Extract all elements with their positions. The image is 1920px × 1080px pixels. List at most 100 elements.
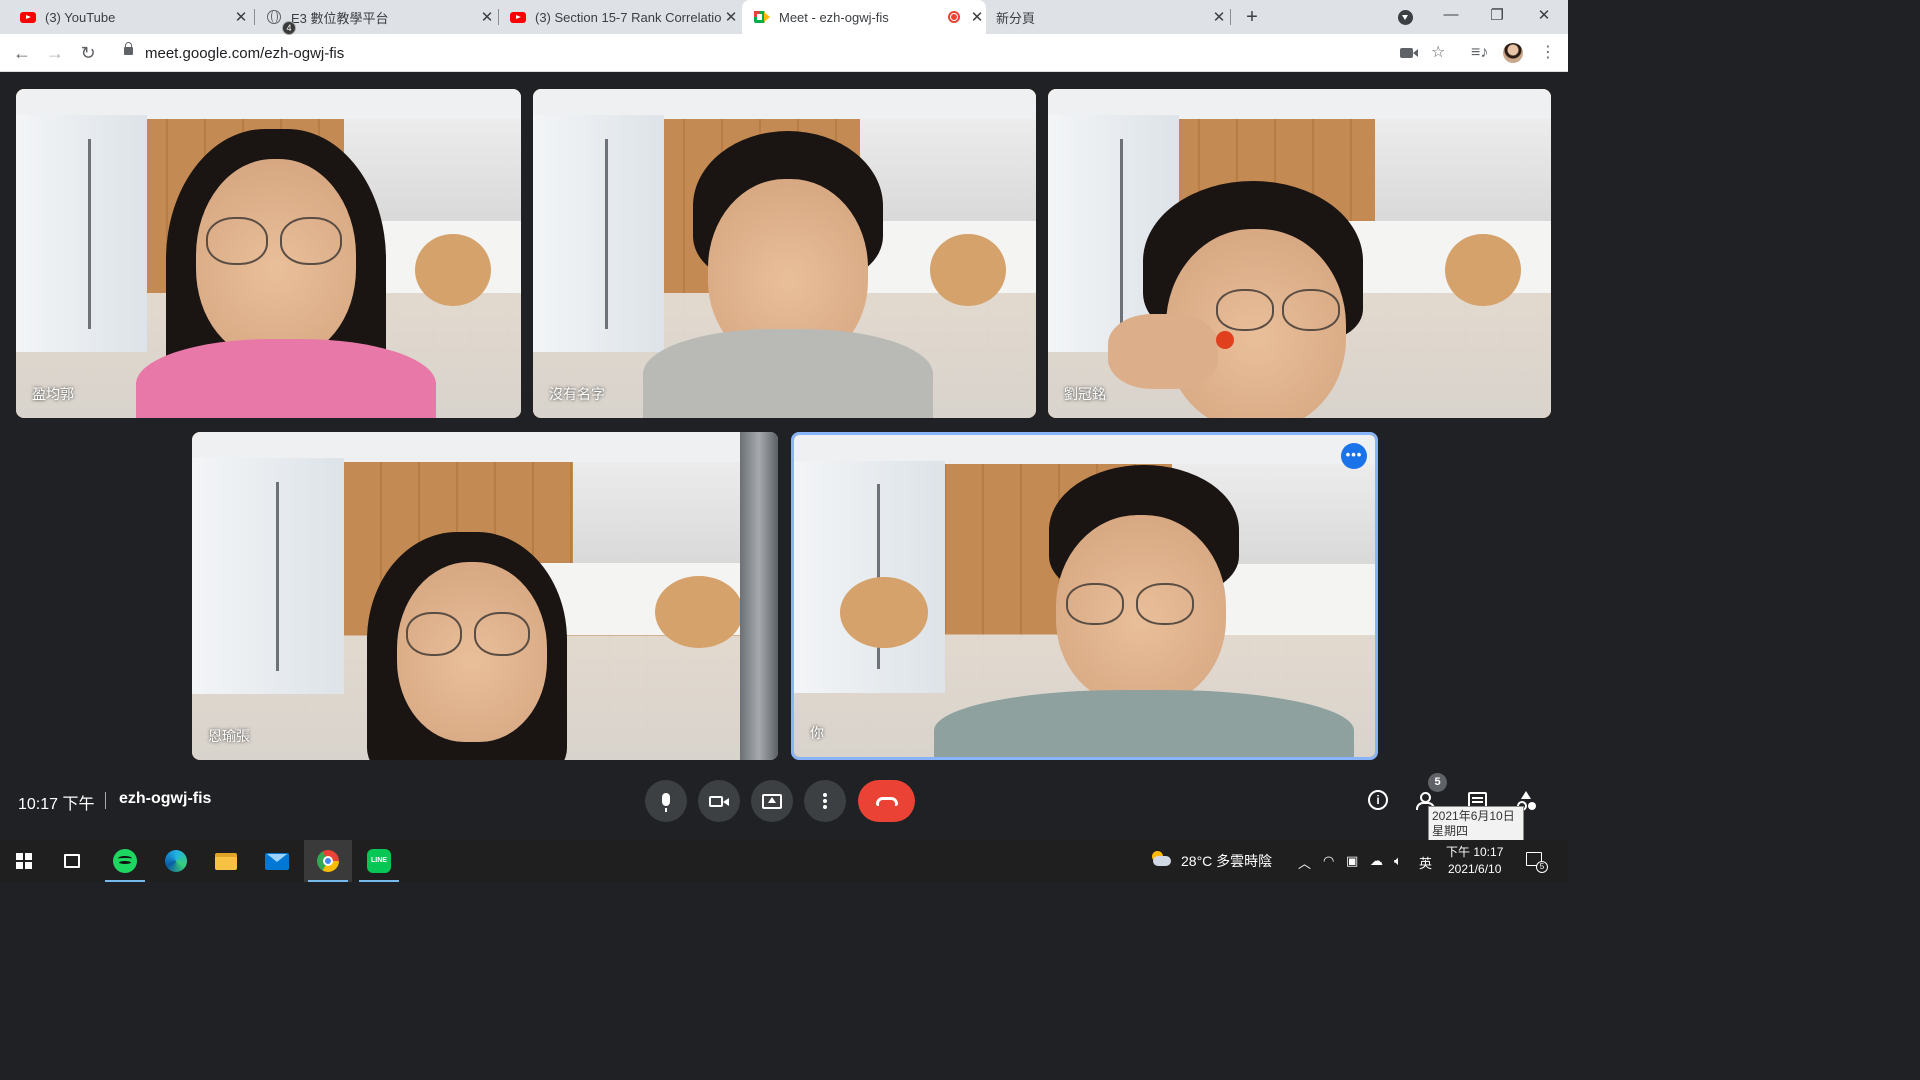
- start-button[interactable]: [0, 840, 48, 882]
- task-view-button[interactable]: [48, 840, 96, 882]
- hangup-icon: [875, 796, 898, 806]
- camera-in-use-icon[interactable]: [1400, 48, 1418, 58]
- mail-icon: [265, 852, 289, 870]
- tab-new-tab[interactable]: 新分頁 ✕: [988, 0, 1228, 34]
- edge-taskbar-button[interactable]: [152, 840, 200, 882]
- participant-tile[interactable]: 恩瑜張: [192, 432, 778, 760]
- clock-date: 2021/6/10: [1447, 862, 1502, 876]
- spotify-icon: [113, 849, 137, 873]
- address-bar[interactable]: meet.google.com/ezh-ogwj-fis: [110, 38, 1385, 68]
- media-control-icon[interactable]: ≡♪: [1471, 45, 1488, 61]
- weather-icon[interactable]: [1150, 851, 1172, 867]
- participant-tile[interactable]: 盈均郭: [16, 89, 521, 418]
- taskbar-clock[interactable]: 下午 10:17 2021/6/10: [1446, 844, 1503, 878]
- video-person: [934, 690, 1354, 757]
- participant-tile[interactable]: 劉冠銘: [1048, 89, 1551, 418]
- meeting-code: ezh-ogwj-fis: [119, 790, 212, 807]
- self-participant-tile[interactable]: ••• 你: [791, 432, 1378, 760]
- folder-icon: [215, 852, 237, 870]
- google-meet-icon: [754, 9, 770, 25]
- clock-time: 下午 10:17: [1446, 845, 1504, 859]
- chrome-taskbar-button[interactable]: [304, 840, 352, 882]
- onedrive-icon[interactable]: ☁: [1370, 853, 1383, 869]
- tab-title: E3 數位教學平台: [291, 10, 389, 26]
- globe-icon: [266, 9, 282, 25]
- tab-separator: [498, 9, 499, 25]
- tab-title: Meet - ezh-ogwj-fis: [779, 9, 889, 25]
- tab-separator: [254, 9, 255, 25]
- youtube-icon: [510, 9, 526, 25]
- window-close-icon[interactable]: ✕: [1534, 6, 1554, 24]
- close-tab-icon[interactable]: ✕: [722, 8, 740, 26]
- forward-icon[interactable]: →: [44, 42, 66, 64]
- participant-name: 劉冠銘: [1064, 386, 1106, 402]
- video-person: [406, 612, 462, 656]
- participant-tile[interactable]: 沒有名字: [533, 89, 1036, 418]
- close-tab-icon[interactable]: ✕: [968, 8, 986, 26]
- meeting-details-button[interactable]: i: [1366, 788, 1390, 812]
- weather-text[interactable]: 28°C 多雲時陰: [1181, 851, 1272, 871]
- more-vert-icon: [823, 799, 827, 803]
- file-explorer-taskbar-button[interactable]: [202, 840, 250, 882]
- tab-search-icon[interactable]: [1398, 10, 1413, 25]
- mail-taskbar-button[interactable]: [253, 840, 301, 882]
- back-icon[interactable]: ←: [11, 42, 33, 64]
- camera-button[interactable]: [698, 780, 740, 822]
- info-icon: i: [1368, 790, 1388, 810]
- url-text[interactable]: meet.google.com/ezh-ogwj-fis: [145, 45, 344, 62]
- spotify-taskbar-button[interactable]: [101, 840, 149, 882]
- tooltip-weekday: 星期四: [1432, 824, 1469, 838]
- lock-icon[interactable]: [124, 42, 133, 55]
- show-hidden-icons-icon[interactable]: ︿: [1298, 853, 1311, 872]
- video-person: [206, 217, 268, 265]
- tab-youtube[interactable]: (3) YouTube ✕: [10, 0, 250, 34]
- youtube-icon: [20, 9, 36, 25]
- security-icon[interactable]: ▣: [1346, 853, 1358, 869]
- profile-avatar[interactable]: [1503, 43, 1523, 63]
- bookmark-star-icon[interactable]: ☆: [1431, 45, 1445, 61]
- recording-icon: [948, 11, 960, 23]
- more-options-button[interactable]: [804, 780, 846, 822]
- more-options-button[interactable]: •••: [1341, 443, 1367, 469]
- browser-menu-icon[interactable]: ⋮: [1540, 45, 1556, 61]
- tab-title: (3) YouTube: [45, 9, 116, 25]
- close-tab-icon[interactable]: ✕: [478, 8, 496, 26]
- participant-name: 盈均郭: [32, 386, 74, 402]
- minimize-icon[interactable]: —: [1441, 6, 1461, 23]
- video-person: [1216, 331, 1234, 349]
- video-person: [643, 329, 933, 418]
- leave-call-button[interactable]: [858, 780, 915, 822]
- input-method-indicator[interactable]: 英: [1419, 853, 1432, 872]
- video-person: [280, 217, 342, 265]
- close-tab-icon[interactable]: ✕: [232, 8, 250, 26]
- tab-youtube-section[interactable]: (3) Section 15-7 Rank Correlatio ✕: [500, 0, 740, 34]
- present-screen-button[interactable]: [751, 780, 793, 822]
- video-person: [1066, 583, 1124, 625]
- participant-count-badge: 5: [1428, 773, 1447, 792]
- close-tab-icon[interactable]: ✕: [1210, 8, 1228, 26]
- video-person: [740, 432, 778, 760]
- browser-toolbar: ← → ↻ meet.google.com/ezh-ogwj-fis ☆ ≡♪ …: [0, 34, 1568, 72]
- restore-icon[interactable]: ❐: [1487, 6, 1507, 24]
- divider: [105, 792, 106, 809]
- edge-icon: [165, 850, 187, 872]
- participant-name: 恩瑜張: [208, 728, 250, 744]
- volume-icon[interactable]: 🔈︎: [1394, 853, 1402, 869]
- new-tab-button[interactable]: +: [1242, 7, 1262, 27]
- line-taskbar-button[interactable]: LINE: [355, 840, 403, 882]
- task-view-icon: [64, 854, 80, 868]
- video-person: [1282, 289, 1340, 331]
- meeting-time: 10:17 下午: [18, 796, 95, 813]
- video-person: [1216, 289, 1274, 331]
- present-icon: [762, 793, 782, 809]
- reload-icon[interactable]: ↻: [77, 42, 99, 64]
- windows-icon: [16, 853, 32, 869]
- microphone-icon: [662, 792, 670, 812]
- wifi-icon[interactable]: ◠: [1323, 853, 1334, 869]
- microphone-button[interactable]: [645, 780, 687, 822]
- camera-icon: [709, 795, 729, 807]
- tab-meet[interactable]: Meet - ezh-ogwj-fis ✕: [742, 0, 986, 34]
- notification-count: 5: [1536, 861, 1548, 873]
- date-tooltip: 2021年6月10日 星期四: [1428, 806, 1524, 842]
- tab-title: 新分頁: [996, 10, 1036, 26]
